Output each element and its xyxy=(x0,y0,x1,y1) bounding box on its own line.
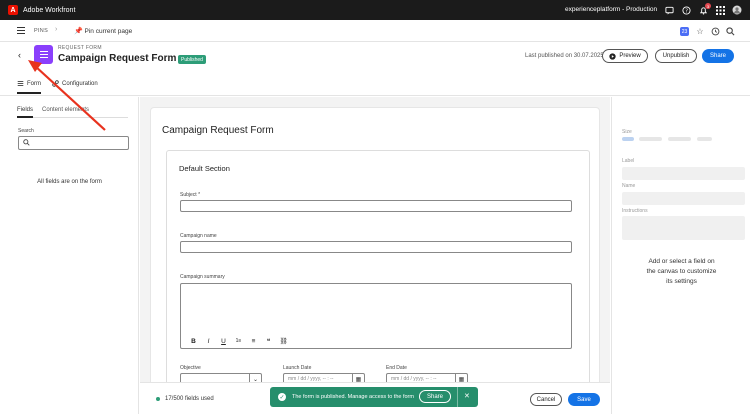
form-title[interactable]: Campaign Request Form xyxy=(162,125,274,136)
label-placeholder xyxy=(622,167,745,180)
tab-form[interactable]: Form xyxy=(17,80,41,94)
page-header: ‹ REQUEST FORM Campaign Request Form … P… xyxy=(0,42,750,72)
bullet-list-icon[interactable]: ≡ xyxy=(246,338,261,345)
name-label: Name xyxy=(622,183,636,189)
form-card: Campaign Request Form Default Section Su… xyxy=(150,107,600,408)
field-settings-panel: Size Label Name Instructions Add or sele… xyxy=(611,97,750,414)
link-icon xyxy=(52,80,59,87)
italic-icon[interactable]: I xyxy=(201,338,216,345)
settings-empty-message: Add or select a field on the canvas to c… xyxy=(646,258,717,285)
size-option[interactable] xyxy=(697,137,712,141)
form-tab-icon xyxy=(17,81,24,86)
name-placeholder xyxy=(622,192,745,205)
label-label: Label xyxy=(622,158,635,164)
status-dot-icon xyxy=(156,397,160,401)
cancel-button[interactable]: Cancel xyxy=(530,393,562,406)
fields-count: 17/500 fields used xyxy=(156,396,214,402)
app-topbar: A Adobe Workfront experienceplatform - P… xyxy=(0,0,750,20)
fields-count-text: 17/500 fields used xyxy=(165,396,214,402)
menu-hamburger-icon[interactable] xyxy=(17,27,25,34)
default-section[interactable]: Default Section Subject * Campaign name … xyxy=(166,150,590,408)
tab-fields[interactable]: Fields xyxy=(17,107,33,113)
user-avatar[interactable] xyxy=(732,5,742,15)
close-icon[interactable]: ✕ xyxy=(464,392,470,400)
search-label: Search xyxy=(18,128,34,134)
more-options-icon[interactable]: … xyxy=(164,53,173,63)
org-switcher[interactable]: experienceplatform - Production xyxy=(565,6,657,13)
adobe-logo-icon[interactable]: A xyxy=(8,5,18,15)
fields-panel: Fields Content elements Search All field… xyxy=(0,97,139,414)
search-field[interactable] xyxy=(18,136,129,150)
toast-message: The form is published. Manage access to … xyxy=(292,394,414,400)
play-icon xyxy=(609,52,616,60)
share-button[interactable]: Share xyxy=(702,49,734,63)
toast-share-button[interactable]: Share xyxy=(419,390,451,403)
app-name[interactable]: Adobe Workfront xyxy=(23,7,75,14)
tab-content-elements[interactable]: Content elements xyxy=(42,107,89,113)
end-date-label: End Date xyxy=(386,365,407,371)
search-icon[interactable] xyxy=(725,26,735,36)
subject-label: Subject * xyxy=(180,192,201,198)
notifications-bell-icon[interactable]: 3 xyxy=(698,3,711,15)
launch-date-label: Launch Date xyxy=(283,365,312,371)
save-button[interactable]: Save xyxy=(568,393,600,406)
history-icon[interactable] xyxy=(710,26,720,36)
back-arrow-icon[interactable]: ‹ xyxy=(18,50,21,60)
request-form-icon xyxy=(34,45,53,64)
unpublish-button[interactable]: Unpublish xyxy=(655,49,697,63)
help-icon[interactable]: ? xyxy=(681,5,691,15)
instructions-placeholder xyxy=(622,216,745,240)
pin-icon: 📌 xyxy=(74,28,83,35)
pins-bar: PINS › 📌 Pin current page 23 ☆ xyxy=(0,20,750,42)
preview-button-label: Preview xyxy=(619,53,641,59)
bold-icon[interactable]: B xyxy=(186,338,201,345)
link-icon[interactable]: ⛓ xyxy=(276,337,291,345)
numbered-list-icon[interactable]: 1≡ xyxy=(231,338,246,344)
checkmark-icon: ✓ xyxy=(278,393,286,401)
page-kicker: REQUEST FORM xyxy=(58,45,102,51)
search-icon xyxy=(23,139,30,148)
apps-grid-icon[interactable] xyxy=(715,5,725,15)
calendar-icon[interactable]: 23 xyxy=(680,27,689,36)
status-badge: Published xyxy=(178,55,206,64)
feedback-icon[interactable] xyxy=(664,5,674,15)
published-toast: ✓ The form is published. Manage access t… xyxy=(270,387,478,407)
tab-configuration-label: Configuration xyxy=(62,80,98,87)
subject-input[interactable] xyxy=(180,200,572,212)
campaign-name-input[interactable] xyxy=(180,241,572,253)
campaign-summary-label: Campaign summary xyxy=(180,274,225,280)
size-option[interactable] xyxy=(668,137,691,141)
search-input[interactable] xyxy=(33,138,125,148)
pin-current-page-label: Pin current page xyxy=(84,28,133,35)
pins-label[interactable]: PINS xyxy=(34,28,48,34)
campaign-name-label: Campaign name xyxy=(180,233,217,239)
tab-form-label: Form xyxy=(27,80,41,87)
rich-text-toolbar: B I U 1≡ ≡ ❝ ⛓ xyxy=(181,334,571,348)
underline-icon[interactable]: U xyxy=(216,338,231,345)
size-option[interactable] xyxy=(622,137,634,141)
form-canvas: Campaign Request Form Default Section Su… xyxy=(140,97,610,414)
quote-icon[interactable]: ❝ xyxy=(261,337,276,345)
preview-button[interactable]: Preview xyxy=(602,49,648,63)
size-label: Size xyxy=(622,129,632,135)
empty-fields-message: All fields are on the form xyxy=(37,179,102,185)
campaign-summary-textarea[interactable]: B I U 1≡ ≡ ❝ ⛓ xyxy=(180,283,572,349)
instructions-label: Instructions xyxy=(622,208,648,214)
size-option[interactable] xyxy=(639,137,662,141)
tab-configuration[interactable]: Configuration xyxy=(52,80,98,87)
last-published-text: Last published on 30.07.2025 xyxy=(525,53,604,59)
chevron-right-icon: › xyxy=(55,26,58,33)
section-title[interactable]: Default Section xyxy=(179,164,230,173)
pin-current-page-button[interactable]: 📌 Pin current page xyxy=(74,27,132,35)
objective-label: Objective xyxy=(180,365,201,371)
form-tabs: Form Configuration xyxy=(0,76,750,96)
notification-count-badge: 3 xyxy=(705,3,711,9)
page-title[interactable]: Campaign Request Form xyxy=(58,53,176,64)
svg-text:?: ? xyxy=(685,8,688,14)
star-icon[interactable]: ☆ xyxy=(695,26,705,36)
